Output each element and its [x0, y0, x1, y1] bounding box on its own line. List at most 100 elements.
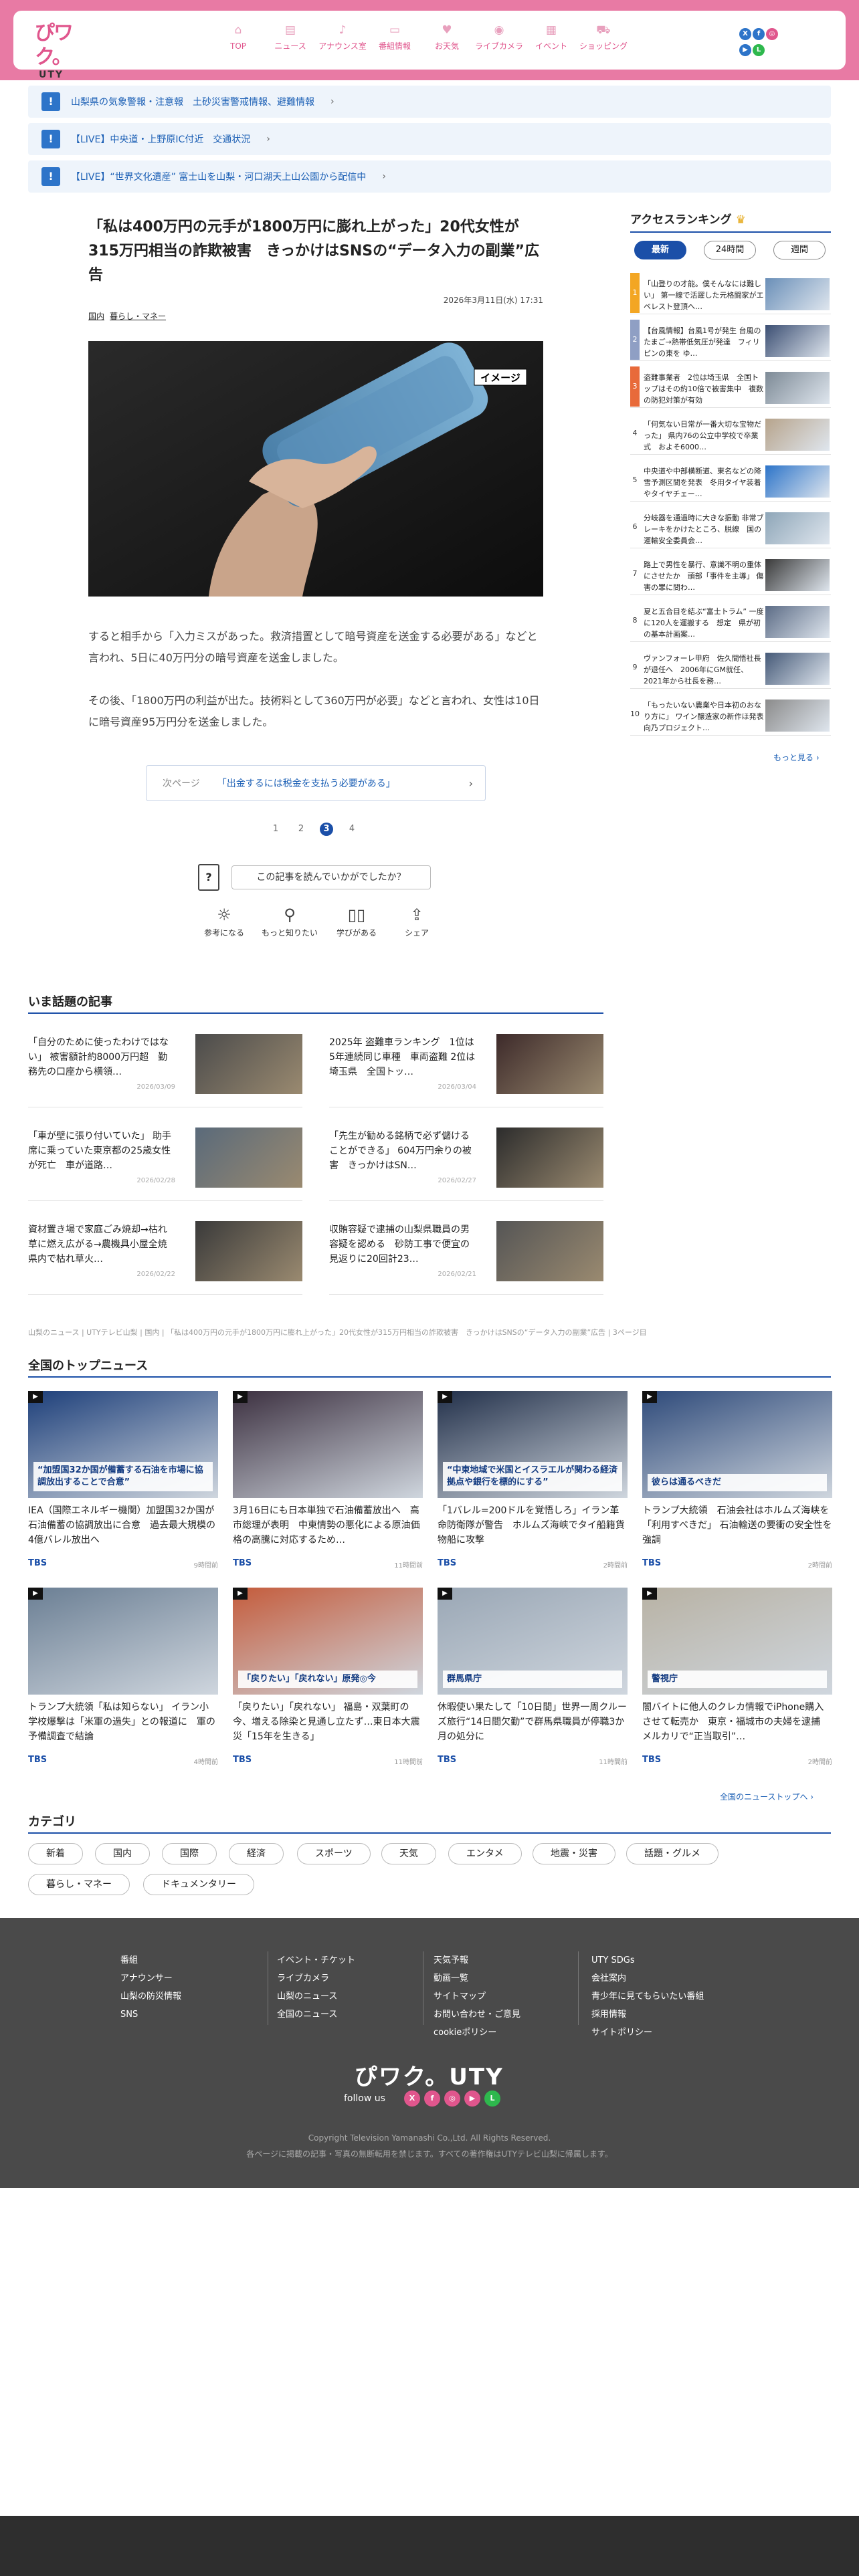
nav-item-4[interactable]: ♥ お天気 [423, 20, 471, 63]
nav-item-0[interactable]: ⌂ TOP [214, 20, 262, 63]
news-card[interactable]: ▶ 警視庁 闇バイトに他人のクレカ情報でiPhone購入させて転売か 東京・福城市の… [642, 1588, 832, 1788]
footer-link[interactable]: サイトポリシー [591, 2024, 704, 2042]
news-card-source: TBS [28, 1558, 47, 1568]
footer-link[interactable]: 番組 [120, 1951, 181, 1969]
ranking-item[interactable]: 10 「もったいない農業や日本初のおなり方に」 ワイン醸造家の新作ほ発表向乃プロジ… [630, 694, 831, 736]
ranking-item[interactable]: 8 夏と五合目を結ぶ“富士トラム” 一度に120人を運搬する 想定 県が初の基本計… [630, 601, 831, 642]
ranking-item[interactable]: 4 「何気ない日常が一番大切な宝物だった」 県内76の公立中学校で卒業式 およそ6… [630, 413, 831, 455]
news-card[interactable]: ▶ 「戻りたい」「戻れない」原発◎今 「戻りたい」「戻れない」 福島・双葉町の今、増… [233, 1588, 423, 1788]
footer-link[interactable]: 青少年に見てもらいたい番組 [591, 1988, 704, 2006]
news-card[interactable]: ▶ 群馬県庁 休暇使い果たして「10日間」世界一周クルーズ旅行“14日間欠勤”で群馬… [438, 1588, 628, 1788]
footer-link[interactable]: 動画一覧 [434, 1969, 520, 1988]
ranking-item[interactable]: 3 盗難事業者 2位は埼玉県 全国トップはその約10倍で被害集中 複数の防犯対策が… [630, 366, 831, 408]
alert-weather[interactable]: ! 山梨県の気象警報・注意報 土砂災害警戒情報、避難情報 › [28, 86, 831, 118]
site-logo[interactable]: ぴワク。 UTY [35, 21, 88, 80]
news-card[interactable]: ▶ “中東地域で米国とイスラエルが関わる経済拠点や銀行を標的にする” 「1バレル=2… [438, 1391, 628, 1592]
ranking-divider [630, 231, 831, 233]
category-chip[interactable]: ドキュメンタリー [143, 1874, 254, 1895]
trending-title: 資材置き場で家庭ごみ焼却→枯れ草に燃え広がる→農機具小屋全焼 県内で枯れ草火… [28, 1224, 175, 1265]
page-2[interactable]: 2 [294, 823, 308, 836]
footer-logo[interactable]: ぴワク。UTY [355, 2058, 504, 2091]
instagram-icon[interactable]: ◎ [444, 2090, 460, 2107]
reaction-learning[interactable]: ▯▯ 学びがある [326, 903, 387, 938]
copyright: Copyright Television Yamanashi Co.,Ltd. … [308, 2133, 551, 2143]
category-chip[interactable]: 天気 [381, 1843, 436, 1864]
ranking-item[interactable]: 5 中央道や中部横断道、東名などの降雪予測区間を発表 冬用タイヤ装着やタイヤチェー… [630, 460, 831, 502]
footer-link[interactable]: 全国のニュース [277, 2006, 355, 2024]
tag-life-money[interactable]: 暮らし・マネー [110, 312, 166, 321]
category-chip[interactable]: 国際 [162, 1843, 217, 1864]
reaction-helpful[interactable]: ☼ 参考になる [194, 903, 254, 938]
category-chip[interactable]: 話題・グルメ [626, 1843, 719, 1864]
footer-link[interactable]: 山梨の防災情報 [120, 1988, 181, 2006]
category-chip[interactable]: 暮らし・マネー [28, 1874, 130, 1895]
tab-24h[interactable]: 24時間 [704, 241, 756, 259]
nav-item-5[interactable]: ◉ ライブカメラ [475, 20, 523, 63]
nav-item-1[interactable]: ▤ ニュース [266, 20, 314, 63]
footer-link[interactable]: イベント・チケット [277, 1951, 355, 1969]
nav-item-2[interactable]: ♪ アナウンス室 [318, 20, 367, 63]
youtube-icon[interactable]: ▶ [464, 2090, 480, 2107]
facebook-icon[interactable]: f [424, 2090, 440, 2107]
ranking-item[interactable]: 9 ヴァンフォーレ甲府 佐久間悟社長が退任へ 2006年にGM就任、2021年から… [630, 647, 831, 689]
footer-link[interactable]: cookieポリシー [434, 2024, 520, 2042]
footer-link[interactable]: SNS [120, 2006, 181, 2024]
x-icon[interactable]: X [404, 2090, 420, 2107]
reaction-label: もっと知りたい [261, 928, 318, 938]
footer-link[interactable]: お問い合わせ・ご意見 [434, 2006, 520, 2024]
category-chip[interactable]: 国内 [95, 1843, 150, 1864]
news-card[interactable]: ▶ 彼らは通るべきだ トランプ大統領 石油会社はホルムズ海峡を「利用すべきだ」 石油… [642, 1391, 832, 1592]
footer-link[interactable]: 山梨のニュース [277, 1988, 355, 2006]
trending-item[interactable]: 「自分のために使ったわけではない」 被害額計約8000万円超 勤務先の口座から横… [28, 1034, 302, 1107]
alert-traffic[interactable]: ! 【LIVE】中央道・上野原IC付近 交通状況 › [28, 123, 831, 155]
footer-link[interactable]: UTY SDGs [591, 1951, 704, 1969]
alert-fuji-live[interactable]: ! 【LIVE】“世界文化遺産” 富士山を山梨・河口湖天上山公園から配信中 › [28, 160, 831, 193]
footer-link[interactable]: アナウンサー [120, 1969, 181, 1988]
line-icon[interactable]: L [753, 44, 765, 56]
trending-item[interactable]: 2025年 盗難車ランキング 1位は5年連続同じ車種 車両盗難 2位は埼玉県 全… [329, 1034, 603, 1107]
news-card[interactable]: ▶ トランプ大統領「私は知らない」 イラン小学校爆撃は「米軍の過失」との報道に 軍… [28, 1588, 218, 1788]
ranking-item[interactable]: 6 分岐器を通過時に大きな振動 非常ブレーキをかけたところ、脱線 国の運輸安全委員… [630, 507, 831, 548]
page-4[interactable]: 4 [345, 823, 359, 836]
tag-domestic[interactable]: 国内 [88, 312, 104, 321]
topnews-more-link[interactable]: 全国のニューストップへ › [720, 1791, 859, 1802]
x-icon[interactable]: X [739, 28, 751, 40]
page-3-current[interactable]: 3 [320, 823, 333, 836]
nav-item-3[interactable]: ▭ 番組情報 [371, 20, 419, 63]
ranking-more-link[interactable]: もっと見る › [773, 752, 859, 763]
nav-item-6[interactable]: ▦ イベント [527, 20, 575, 63]
news-card[interactable]: ▶ 3月16日にも日本単独で石油備蓄放出へ 高市総理が表明 中東情勢の悪化による原… [233, 1391, 423, 1592]
trending-item[interactable]: 資材置き場で家庭ごみ焼却→枯れ草に燃え広がる→農機具小屋全焼 県内で枯れ草火… 2… [28, 1221, 302, 1295]
tab-latest[interactable]: 最新 [634, 241, 686, 259]
youtube-icon[interactable]: ▶ [739, 44, 751, 56]
nav-item-7[interactable]: ⛟ ショッピング [579, 20, 628, 63]
category-chip[interactable]: 地震・災害 [533, 1843, 615, 1864]
footer-link[interactable]: サイトマップ [434, 1988, 520, 2006]
category-chip[interactable]: エンタメ [448, 1843, 522, 1864]
ranking-item[interactable]: 7 路上で男性を暴行、意識不明の重体にさせたか 頭部「事件を主導」 傷害の罪に問わ… [630, 554, 831, 595]
instagram-icon[interactable]: ◎ [766, 28, 778, 40]
category-chip[interactable]: 新着 [28, 1843, 83, 1864]
ranking-item[interactable]: 1 「山登りの才能。僕そんなには難しい」 第一線で活躍した元格闘家がエベレスト登頂… [630, 273, 831, 314]
trending-item[interactable]: 「先生が勧める銘柄で必ず儲けることができる」 604万円余りの被害 きっかけはS… [329, 1128, 603, 1201]
news-card[interactable]: ▶ “加盟国32か国が備蓄する石油を市場に協調放出することで合意” IEA（国際エネ… [28, 1391, 218, 1592]
facebook-icon[interactable]: f [753, 28, 765, 40]
rank-number: 4 [632, 429, 638, 437]
page-1[interactable]: 1 [269, 823, 282, 836]
ranking-item[interactable]: 2 【台風情報】台風1号が発生 台風のたまご→熱帯低気圧が発達 フィリピンの東を … [630, 320, 831, 361]
footer-link[interactable]: ライブカメラ [277, 1969, 355, 1988]
footer-link[interactable]: 会社案内 [591, 1969, 704, 1988]
next-page-link[interactable]: 次ページ 「出金するには税金を支払う必要がある」 › [146, 765, 486, 801]
footer-link[interactable]: 天気予報 [434, 1951, 520, 1969]
line-icon[interactable]: L [484, 2090, 500, 2107]
category-chip[interactable]: 経済 [229, 1843, 284, 1864]
tab-weekly[interactable]: 週間 [773, 241, 826, 259]
news-card-source: TBS [642, 1755, 662, 1765]
trending-item[interactable]: 収賄容疑で逮捕の山梨県職員の男容疑を認める 砂防工事で便宜の見返りに20回計23… [329, 1221, 603, 1295]
breadcrumb[interactable]: 山梨のニュース | UTYテレビ山梨 | 国内 | 「私は400万円の元手が18… [28, 1327, 647, 1337]
trending-item[interactable]: 「車が壁に張り付いていた」 助手席に乗っていた東京都の25歳女性が死亡 車が道路… [28, 1128, 302, 1201]
category-chip[interactable]: スポーツ [297, 1843, 371, 1864]
reaction-know-more[interactable]: ⚲ もっと知りたい [260, 903, 320, 938]
reaction-share[interactable]: ⇪ シェア [387, 903, 447, 938]
footer-link[interactable]: 採用情報 [591, 2006, 704, 2024]
